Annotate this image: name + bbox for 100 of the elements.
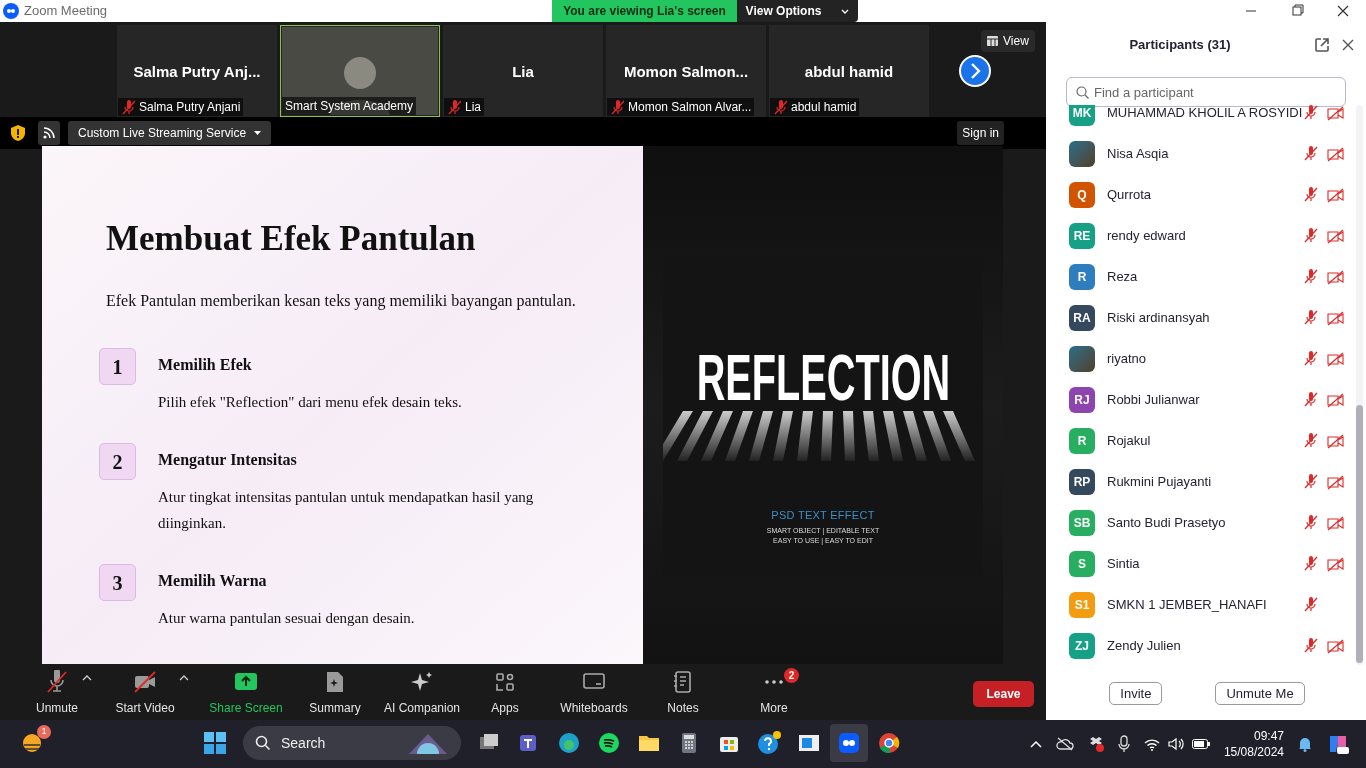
step-heading: Memilih Warna xyxy=(158,571,268,591)
participant-name: SMKN 1 JEMBER_HANAFI xyxy=(1107,595,1267,614)
panel-button[interactable]: Invite xyxy=(1109,682,1163,705)
close-icon[interactable] xyxy=(1342,39,1354,51)
participant-row[interactable]: RA Riski ardinansyah xyxy=(1046,297,1366,338)
clock-time[interactable]: 09:47 xyxy=(1253,728,1284,744)
scrollbar-thumb[interactable] xyxy=(1356,405,1363,663)
sign-in-button[interactable]: Sign in xyxy=(957,121,1004,145)
participant-row[interactable]: S1 SMKN 1 JEMBER_HANAFI xyxy=(1046,584,1366,625)
next-page-icon[interactable] xyxy=(959,55,991,87)
chevron-up-icon[interactable] xyxy=(1029,740,1042,748)
toolbar-button[interactable]: Apps xyxy=(489,670,521,717)
step-text: Atur tingkat intensitas pantulan untuk mendapatkan hasil yang diinginkan. xyxy=(158,488,535,533)
avatar: S1 xyxy=(1069,591,1095,618)
cloud-off-icon[interactable] xyxy=(1055,737,1074,751)
participant-name: Santo Budi Prasetyo xyxy=(1107,513,1226,532)
live-stream-icon[interactable] xyxy=(38,121,60,145)
toolbar-button[interactable]: Share Screen xyxy=(207,670,285,717)
participant-tile[interactable]: abdul hamid abdul hamid xyxy=(769,25,929,117)
toolbar-button[interactable]: Start Video xyxy=(113,670,177,717)
participant-label: Smart System Academy xyxy=(285,98,414,115)
participant-row[interactable]: RJ Robbi Julianwar xyxy=(1046,379,1366,420)
participant-name: Nisa Asqia xyxy=(1107,144,1169,163)
reflection-headline: REFLECTION xyxy=(696,345,950,411)
battery-icon[interactable] xyxy=(1191,739,1210,749)
participant-tile[interactable]: Salma Putry Anj... Salma Putry Anjani xyxy=(117,25,277,117)
leave-button[interactable]: Leave xyxy=(973,680,1034,707)
avatar: MK xyxy=(1069,105,1095,126)
streaming-dropdown[interactable]: Custom Live Streaming Service xyxy=(68,121,272,145)
participant-row[interactable]: R Rojakul xyxy=(1046,420,1366,461)
participant-row[interactable]: R Reza xyxy=(1046,256,1366,297)
viewing-banner: You are viewing Lia's screen xyxy=(552,0,737,22)
video-meeting-icon[interactable] xyxy=(830,724,868,762)
participant-search-field[interactable]: Find a participant xyxy=(1066,77,1346,107)
video-tile[interactable]: Smart System Academy xyxy=(280,25,440,117)
caret-icon[interactable] xyxy=(82,674,92,682)
participant-name: Momon Salmon... xyxy=(622,62,750,82)
avatar: RP xyxy=(1069,468,1095,495)
participant-row[interactable]: RP Rukmini Pujayanti xyxy=(1046,461,1366,502)
participant-name: Robbi Julianwar xyxy=(1107,390,1200,409)
caret-icon[interactable] xyxy=(178,674,189,682)
step-text: Atur warna pantulan sesuai dengan desain. xyxy=(158,609,416,628)
taskbar-search-field[interactable]: Search xyxy=(243,726,461,760)
participant-name: Riski ardinansyah xyxy=(1107,308,1210,327)
apps-icon xyxy=(493,670,517,694)
music-icon[interactable] xyxy=(597,731,621,755)
avatar-photo-placeholder xyxy=(1069,345,1095,372)
shield-icon xyxy=(10,124,26,142)
toolbar-button[interactable]: Summary xyxy=(307,670,363,717)
participant-row[interactable]: RE rendy edward xyxy=(1046,215,1366,256)
participant-name: Salma Putry Anj... xyxy=(132,62,262,82)
bell-icon[interactable] xyxy=(1298,736,1312,752)
participant-row[interactable]: riyatno xyxy=(1046,338,1366,379)
avatar: ZJ xyxy=(1069,632,1095,659)
participant-row[interactable]: Q Qurrota xyxy=(1046,174,1366,215)
participant-row[interactable]: S Sintia xyxy=(1046,543,1366,584)
step-heading: Memilih Efek xyxy=(158,355,253,375)
view-options-button[interactable]: View Options xyxy=(737,0,858,22)
participant-tile[interactable]: Lia Lia xyxy=(443,25,603,117)
speaker-icon[interactable] xyxy=(1167,737,1184,751)
chrome-icon[interactable] xyxy=(877,731,901,755)
wifi-icon[interactable] xyxy=(1143,737,1160,751)
participant-name: Qurrota xyxy=(1107,185,1152,204)
weather-icon[interactable] xyxy=(20,731,44,755)
step-heading: Mengatur Intensitas xyxy=(158,450,298,470)
muted-mic-icon xyxy=(45,670,69,694)
view-button[interactable]: View xyxy=(981,30,1035,52)
notification-badge: 2 xyxy=(784,668,799,683)
start-icon[interactable] xyxy=(203,731,227,755)
clock-date[interactable]: 15/08/2024 xyxy=(1223,744,1284,760)
participant-name: Lia xyxy=(511,62,535,82)
avatar: RJ xyxy=(1069,386,1095,413)
participant-name: Rojakul xyxy=(1107,431,1151,450)
step-text: Pilih efek "Reflection" dari menu efek desain teks. xyxy=(158,393,463,412)
participant-label: Momon Salmon Alvar... xyxy=(628,99,752,116)
caret-icon xyxy=(254,131,262,135)
participant-row[interactable]: Nisa Asqia xyxy=(1046,133,1366,174)
participant-row[interactable]: MK MUHAMMAD KHOLIL A ROSYIDI xyxy=(1046,105,1366,133)
toolbar-button[interactable]: Notes xyxy=(665,670,701,717)
avatar: RA xyxy=(1069,304,1095,331)
browser-icon[interactable] xyxy=(557,731,581,755)
toolbar-button[interactable]: Whiteboards xyxy=(558,670,630,717)
help-icon[interactable] xyxy=(757,731,781,755)
panel-button[interactable]: Unmute Me xyxy=(1215,682,1305,705)
participant-row[interactable]: ZJ Zendy Julien xyxy=(1046,625,1366,665)
participant-label: Salma Putry Anjani xyxy=(139,99,241,116)
avatar: R xyxy=(1069,263,1095,290)
participant-row[interactable]: SB Santo Budi Prasetyo xyxy=(1046,502,1366,543)
reflection-subtitle: PSD TEXT EFFECT xyxy=(771,508,875,523)
step-number: 3 xyxy=(99,564,136,601)
toolbar-button[interactable]: AI Companion xyxy=(381,670,462,717)
microphone-icon[interactable] xyxy=(1117,735,1130,753)
grid-icon xyxy=(987,36,998,46)
pop-out-icon[interactable] xyxy=(1314,37,1330,53)
slide-intro: Efek Pantulan memberikan kesan teks yang memiliki bayangan pantulan. xyxy=(106,291,577,311)
slide-title: Membuat Efek Pantulan xyxy=(106,219,477,259)
toolbar-button[interactable]: Unmute xyxy=(34,670,80,717)
search-icon xyxy=(255,735,271,751)
avatar: SB xyxy=(1069,509,1095,536)
participant-tile[interactable]: Momon Salmon... Momon Salmon Alvar... xyxy=(606,25,766,117)
